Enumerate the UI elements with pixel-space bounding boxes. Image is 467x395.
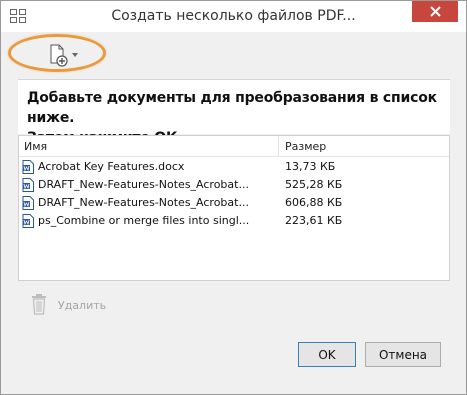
file-name: ps_Combine or merge files into singl...: [38, 214, 250, 227]
file-size: 223,61 КБ: [285, 214, 343, 227]
column-header-name[interactable]: Имя: [24, 140, 47, 153]
word-document-icon: [22, 178, 34, 192]
file-name: DRAFT_New-Features-Notes_Acrobat...: [38, 178, 249, 191]
table-row[interactable]: DRAFT_New-Features-Notes_Acrobat... 525,…: [19, 176, 449, 194]
word-document-icon: [22, 214, 34, 228]
file-size: 606,88 КБ: [285, 196, 343, 209]
list-header: Имя Размер: [19, 136, 449, 157]
add-file-icon: [50, 44, 78, 67]
word-document-icon: [22, 160, 34, 174]
file-name: DRAFT_New-Features-Notes_Acrobat...: [38, 196, 249, 209]
ok-button[interactable]: OK: [298, 342, 356, 367]
instruction-panel: Добавьте документы для преобразования в …: [18, 79, 450, 146]
list-actions: Удалить: [18, 285, 450, 325]
table-row[interactable]: DRAFT_New-Features-Notes_Acrobat... 606,…: [19, 194, 449, 212]
table-row[interactable]: Acrobat Key Features.docx 13,73 КБ: [19, 158, 449, 176]
delete-button[interactable]: Удалить: [30, 293, 120, 317]
file-list[interactable]: Имя Размер Acrobat Key Features.docx 13,…: [18, 135, 450, 281]
instruction-line-1: Добавьте документы для преобразования в …: [27, 90, 437, 126]
close-icon: [429, 6, 441, 17]
cancel-button[interactable]: Отмена: [365, 342, 441, 367]
column-header-size[interactable]: Размер: [285, 140, 326, 153]
table-row[interactable]: ps_Combine or merge files into singl... …: [19, 212, 449, 230]
file-size: 13,73 КБ: [285, 160, 336, 173]
app-icon: [10, 9, 26, 23]
window-title: Создать несколько файлов PDF...: [111, 8, 356, 24]
close-button[interactable]: [412, 1, 458, 22]
delete-label: Удалить: [58, 299, 107, 312]
title-bar: Создать несколько файлов PDF...: [1, 1, 466, 32]
create-multiple-pdf-dialog: Создать несколько файлов PDF... Добавьте…: [0, 0, 467, 395]
file-size: 525,28 КБ: [285, 178, 343, 191]
column-divider[interactable]: [278, 136, 279, 156]
trash-icon: [32, 294, 46, 315]
add-files-button[interactable]: [47, 43, 87, 67]
file-name: Acrobat Key Features.docx: [38, 160, 185, 173]
word-document-icon: [22, 196, 34, 210]
